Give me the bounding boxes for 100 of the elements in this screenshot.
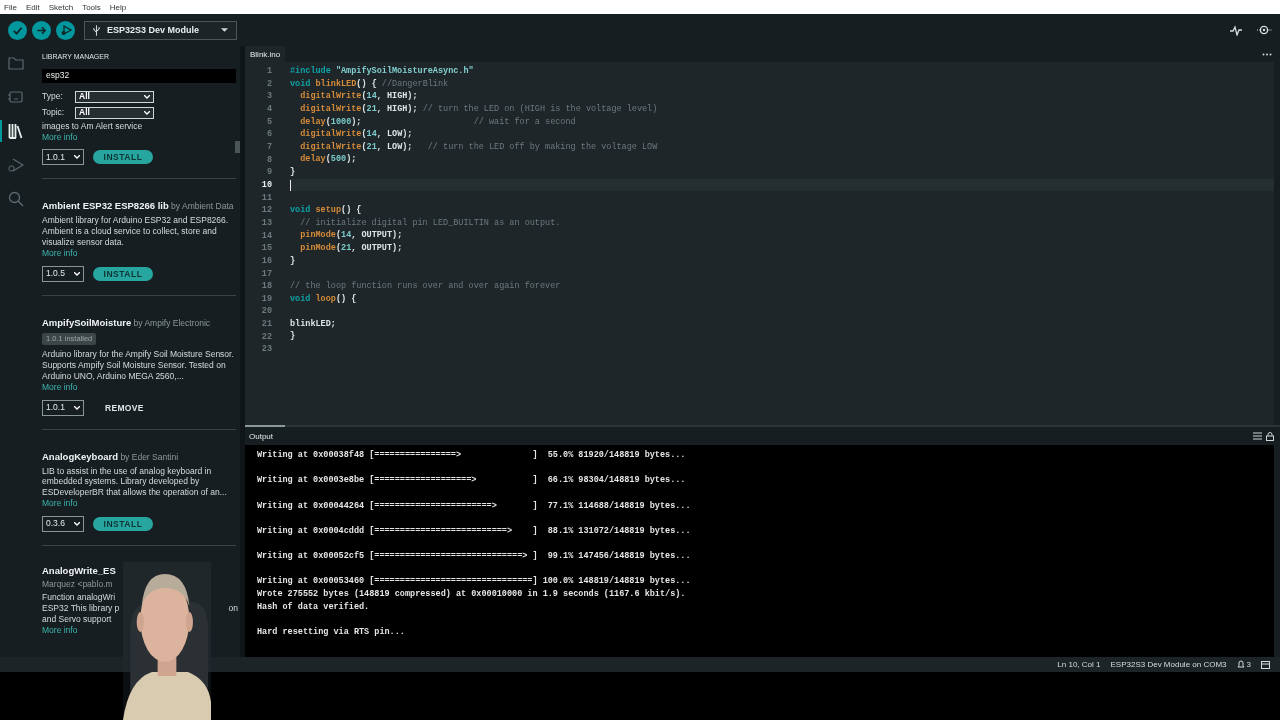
library-description: images to Am Alert service [42, 120, 144, 132]
output-line: Wrote 275552 bytes (148819 compressed) at 0x00010000 in 1.9 seconds (1167.6 kbit/s). [257, 588, 686, 601]
library-description: on [228, 603, 238, 614]
books-icon [8, 123, 24, 139]
version-dropdown[interactable]: 1.0.1 [42, 149, 84, 166]
code-line: delay(1000); // wait for a second [299, 115, 577, 129]
panel-title: Output [249, 431, 273, 441]
more-info-link[interactable]: More info [42, 381, 78, 393]
verify-button[interactable] [8, 20, 27, 40]
remove-button[interactable]: REMOVE [93, 402, 156, 413]
upload-button[interactable] [32, 20, 51, 40]
output-line: Writing at 0x00053460 [===============================] 100.0% 148819/148819 bytes... [257, 575, 691, 589]
line-number: 21 [260, 318, 272, 331]
code-line: digitalWrite(21, HIGH); // turn the LED on (HIGH is the voltage level) [299, 102, 659, 116]
filter-label: Topic: [42, 107, 66, 119]
library-name: AnalogKeyboard [42, 450, 118, 462]
line-number: 5 [265, 115, 272, 129]
library-name: AnalogWrite_ES [42, 565, 116, 577]
library-author: by Ambient Data [171, 201, 234, 212]
line-number: 1 [265, 65, 272, 78]
line-number: 7 [265, 140, 272, 154]
menu-item[interactable]: File [4, 2, 17, 12]
library-description: Arduino library for the Ampify Soil Moisture Sensor. Supports Ampify Soil Moisture Sensor. Tested on Arduino UNO, Arduino MEGA 2560,... [42, 349, 235, 382]
version-dropdown[interactable]: 0.3.6 [42, 515, 84, 532]
code-line: digitalWrite(14, LOW); [299, 128, 414, 141]
board-status[interactable]: ESP32S3 Dev Module on COM3 [1110, 660, 1227, 669]
chevron-down-icon [74, 405, 80, 410]
more-info-link[interactable]: More info [42, 131, 78, 143]
line-number: 15 [260, 242, 272, 255]
output-line: Writing at 0x00038f48 [================> ] 55.0% 81920/148819 bytes... [257, 449, 686, 462]
debug-button[interactable] [56, 20, 75, 40]
code-line: digitalWrite(21, LOW); // turn the LED off by making the voltage LOW [299, 140, 659, 154]
output-line: Writing at 0x0004cddd [==========================> ] 88.1% 131072/148819 bytes... [257, 524, 691, 538]
line-number: 23 [260, 343, 272, 357]
play-bug-icon [59, 24, 72, 36]
line-number: 19 [260, 292, 272, 306]
more-info-link[interactable]: More info [42, 247, 78, 259]
line-number: 8 [265, 153, 272, 167]
usb-icon [93, 24, 100, 36]
line-number: 17 [260, 267, 272, 281]
more-info-link[interactable]: More info [42, 624, 78, 636]
menu-item[interactable]: Sketch [48, 2, 74, 12]
menu-item[interactable]: Edit [25, 2, 40, 12]
filter-dropdown[interactable]: All [75, 90, 154, 103]
output-line: Writing at 0x00044264 [=======================> ] 77.1% 114688/148819 bytes... [257, 499, 691, 513]
list-icon[interactable] [1253, 431, 1262, 440]
library-description: Function analogWri [42, 592, 116, 604]
line-number: 22 [260, 330, 272, 344]
play-bug-icon [8, 157, 24, 173]
magnifier-dots-icon[interactable] [1257, 24, 1272, 36]
code-line: // the loop function runs over and over again forever [290, 279, 562, 293]
version-dropdown[interactable]: 1.0.5 [42, 265, 84, 282]
pulse-icon[interactable] [1230, 24, 1242, 36]
code-line: pinMode(14, OUTPUT); [299, 229, 404, 242]
filter-label: Type: [42, 91, 64, 103]
install-button[interactable]: INSTALL [93, 266, 153, 281]
version-dropdown[interactable]: 1.0.1 [42, 399, 84, 416]
more-icon[interactable] [1262, 52, 1272, 56]
library-description: and Servo support [42, 613, 112, 625]
install-button[interactable]: INSTALL [93, 150, 153, 165]
library-name: Ambient ESP32 ESP8266 lib [42, 200, 169, 212]
file-tab[interactable]: Blink.ino [245, 46, 286, 62]
line-number: 9 [265, 166, 272, 179]
library-author: by Eder Santini [120, 451, 179, 462]
notifications-button[interactable]: 3 [1236, 660, 1251, 669]
chevron-down-icon [144, 94, 150, 99]
library-description: LIB to assist in the use of analog keyboard in embedded systems. Library developed by ESDeveloperBR that allows the operation of an... [42, 465, 228, 498]
code-line: void blinkLED() { //DangerBlink [290, 77, 450, 91]
output-line: Hash of data verified. [257, 600, 370, 614]
chevron-down-icon [144, 110, 150, 115]
code-line: void setup() { [290, 204, 363, 217]
line-number: 18 [260, 280, 272, 293]
line-number: 10 [260, 178, 272, 192]
caret-down-icon [221, 28, 228, 32]
menu-item[interactable]: Tools [82, 2, 101, 12]
filter-dropdown[interactable]: All [75, 106, 154, 119]
install-button[interactable]: INSTALL [93, 516, 153, 531]
search-field[interactable]: esp32 [42, 68, 236, 83]
output-line: Hard resetting via RTS pin... [257, 626, 405, 639]
search-icon [8, 191, 24, 207]
code-line: digitalWrite(14, HIGH); [299, 90, 419, 103]
line-number: 14 [260, 229, 272, 243]
line-number: 16 [260, 254, 272, 268]
cursor-position[interactable]: Ln 10, Col 1 [1057, 660, 1101, 669]
arrow-right-icon [36, 24, 47, 36]
line-number: 12 [260, 204, 272, 217]
line-number: 4 [265, 102, 272, 116]
code-line: delay(500); [299, 153, 358, 167]
scrollbar-thumb[interactable] [235, 141, 240, 153]
panel-icon[interactable] [1261, 660, 1270, 669]
menu-item[interactable]: Help [109, 2, 127, 12]
output-line: Writing at 0x00052cf5 [=============================> ] 99.1% 147456/148819 bytes... [257, 550, 691, 563]
more-info-link[interactable]: More info [42, 497, 78, 509]
code-line: // initialize digital pin LED_BUILTIN as an output. [299, 216, 562, 230]
line-number: 11 [260, 191, 272, 205]
code-line: blinkLED; [290, 317, 337, 331]
output-line: Writing at 0x0003e8be [===================> ] 66.1% 98304/148819 bytes... [257, 474, 686, 487]
board-selector[interactable]: ESP32S3 Dev Module [84, 20, 237, 40]
lock-icon[interactable] [1266, 431, 1274, 441]
library-description: Ambient library for Arduino ESP32 and ESP8266. Ambient is a cloud service to collect, store and visualize sensor data. [42, 215, 230, 248]
